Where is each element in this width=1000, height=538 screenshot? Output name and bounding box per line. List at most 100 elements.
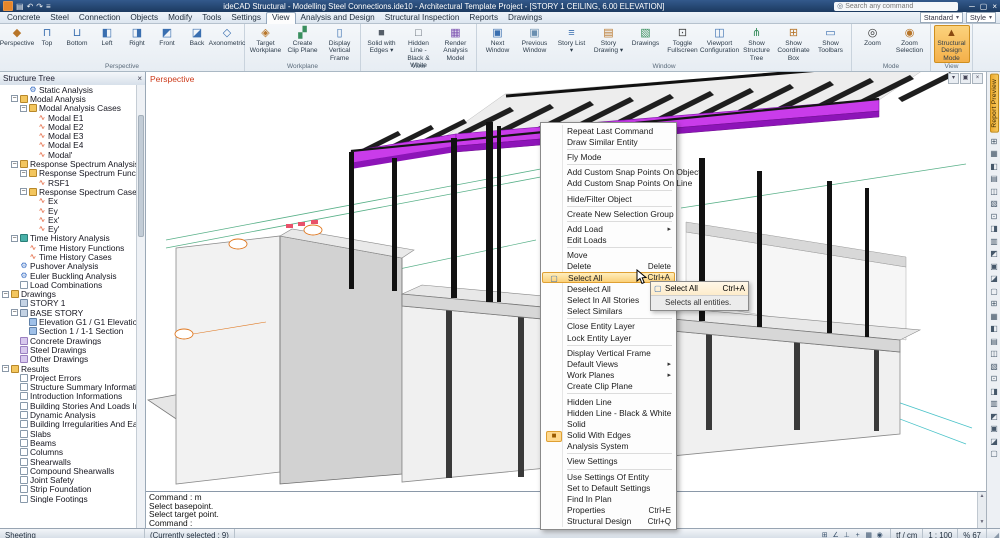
tree-item-structure-summary-information[interactable]: Structure Summary Information — [0, 383, 137, 392]
tree-item-shearwalls[interactable]: Shearwalls — [0, 457, 137, 466]
show-coordinate-box-button[interactable]: ⊞Show Coordinate Box — [776, 25, 812, 63]
menu-view[interactable]: View — [266, 12, 296, 24]
solid-with-edges-button[interactable]: ■Solid with Edges ▾ — [364, 25, 400, 56]
panel-tool-icon[interactable]: ▤ — [988, 173, 1000, 186]
next-window-button[interactable]: ▣Next Window — [480, 25, 516, 56]
drawings-button[interactable]: ▧Drawings — [628, 25, 664, 48]
tree-expander[interactable]: − — [11, 235, 18, 242]
context-item-hide-filter-object[interactable]: Hide/Filter Object — [542, 193, 675, 204]
status-toggle-icon[interactable]: ⊞ — [819, 531, 830, 538]
context-item-edit-loads[interactable]: Edit Loads — [542, 235, 675, 246]
tree-item-euler-buckling-analysis[interactable]: ⚙Euler Buckling Analysis — [0, 271, 137, 280]
tree-item-ey[interactable]: ∿Ey — [0, 206, 137, 215]
status-toggle-icon[interactable]: ▦ — [863, 531, 874, 538]
tree-item-slabs[interactable]: Slabs — [0, 429, 137, 438]
tree-item-modal-e4[interactable]: ∿Modal E4 — [0, 141, 137, 150]
tree-item-time-history-cases[interactable]: ∿Time History Cases — [0, 252, 137, 261]
tree-expander[interactable]: − — [2, 291, 9, 298]
context-item-set-to-default-settings[interactable]: Set to Default Settings — [542, 482, 675, 493]
show-toolbars-button[interactable]: ▭Show Toolbars — [813, 25, 849, 56]
back-button[interactable]: ◪Back — [183, 25, 212, 48]
menu-concrete[interactable]: Concrete — [2, 12, 45, 23]
perspective-button[interactable]: ◆Perspective — [3, 25, 32, 48]
tree-item-base-story[interactable]: −BASE STORY — [0, 308, 137, 317]
tree-expander[interactable]: − — [20, 170, 27, 177]
statusbar-zoom[interactable]: % 67 — [958, 529, 987, 538]
status-toggle-icon[interactable]: ⊥ — [841, 531, 852, 538]
context-item-view-settings[interactable]: View Settings — [542, 456, 675, 467]
tree-item-response-spectrum-functions[interactable]: −Response Spectrum Functions — [0, 169, 137, 178]
tree-item-steel-drawings[interactable]: Steel Drawings — [0, 345, 137, 354]
panel-tool-icon[interactable]: ⊡ — [988, 373, 1000, 386]
panel-tool-icon[interactable]: ⊡ — [988, 211, 1000, 224]
menu-analysis-and-design[interactable]: Analysis and Design — [296, 12, 380, 23]
menu-modify[interactable]: Modify — [163, 12, 197, 23]
status-toggle-icon[interactable]: ◉ — [874, 531, 885, 538]
panel-tool-icon[interactable]: ◫ — [988, 348, 1000, 361]
tree-item-ex[interactable]: ∿Ex — [0, 197, 137, 206]
tree-item-response-spectrum-analysis[interactable]: −Response Spectrum Analysis — [0, 159, 137, 168]
close-panel-icon[interactable]: × — [137, 74, 142, 83]
right-button[interactable]: ◨Right — [123, 25, 152, 48]
menu-reports[interactable]: Reports — [464, 12, 503, 23]
panel-tool-icon[interactable]: ◪ — [988, 273, 1000, 286]
tree-item-dynamic-analysis[interactable]: Dynamic Analysis — [0, 410, 137, 419]
panel-tool-icon[interactable]: ◨ — [988, 223, 1000, 236]
tree-item-columns[interactable]: Columns — [0, 448, 137, 457]
tree-item-static-analysis[interactable]: ⚙Static Analysis — [0, 85, 137, 94]
panel-tool-icon[interactable]: ◩ — [988, 411, 1000, 424]
redo-icon[interactable]: ↷ — [36, 2, 43, 11]
context-item-solid[interactable]: Solid — [542, 418, 675, 429]
context-item-repeat-last-command[interactable]: Repeat Last Command — [542, 125, 675, 136]
menu-steel[interactable]: Steel — [45, 12, 74, 23]
context-item-find-in-plan[interactable]: Find In Plan — [542, 493, 675, 504]
toggle-fullscreen-button[interactable]: ⊡Toggle Fullscreen — [665, 25, 701, 56]
menu-icon[interactable]: ≡ — [46, 2, 51, 11]
context-item-properties[interactable]: PropertiesCtrl+E — [542, 505, 675, 516]
panel-tool-icon[interactable]: ◪ — [988, 436, 1000, 449]
tree-item-modal[interactable]: ∿Modal' — [0, 150, 137, 159]
panel-tool-icon[interactable]: ◫ — [988, 186, 1000, 199]
report-preview-tab[interactable]: Report Preview — [990, 74, 999, 133]
zoom-button[interactable]: ◎Zoom — [855, 25, 891, 48]
context-item-create-clip-plane[interactable]: Create Clip Plane — [542, 381, 675, 392]
viewport-minimize-button[interactable]: ▾ — [948, 73, 959, 84]
menu-drawings[interactable]: Drawings — [503, 12, 547, 23]
panel-tool-icon[interactable]: ▢ — [988, 448, 1000, 461]
context-item-default-views[interactable]: Default Views▸ — [542, 358, 675, 369]
display-vertical-frame-button[interactable]: ▯Display Vertical Frame — [322, 25, 358, 63]
tree-item-modal-e1[interactable]: ∿Modal E1 — [0, 113, 137, 122]
undo-icon[interactable]: ↶ — [27, 2, 34, 11]
left-button[interactable]: ◧Left — [93, 25, 122, 48]
tree-item-joint-safety[interactable]: Joint Safety — [0, 475, 137, 484]
tree-item-section-1-1-1-section[interactable]: Section 1 / 1-1 Section — [0, 327, 137, 336]
panel-tool-icon[interactable]: ▧ — [988, 361, 1000, 374]
render-analysis-model-button[interactable]: ▦Render Analysis Model — [438, 25, 474, 63]
create-clip-plane-button[interactable]: ▞Create Clip Plane — [285, 25, 321, 56]
tree-item-rsf1[interactable]: ∿RSF1 — [0, 178, 137, 187]
tree-item-introduction-informations[interactable]: Introduction Informations — [0, 392, 137, 401]
tree-item-other-drawings[interactable]: Other Drawings — [0, 355, 137, 364]
tree-expander[interactable]: − — [11, 309, 18, 316]
tree-item-modal-e3[interactable]: ∿Modal E3 — [0, 131, 137, 140]
tree-item-building-irregularities-and-earth[interactable]: Building Irregularities And Earth — [0, 420, 137, 429]
panel-tool-icon[interactable]: ▢ — [988, 286, 1000, 299]
tree-item-time-history-analysis[interactable]: −Time History Analysis — [0, 234, 137, 243]
show-structure-tree-button[interactable]: ⋔Show Structure Tree — [739, 25, 775, 63]
tree-item-pushover-analysis[interactable]: ⚙Pushover Analysis — [0, 262, 137, 271]
context-item-lock-entity-layer[interactable]: Lock Entity Layer — [542, 332, 675, 343]
panel-tool-icon[interactable]: ▥ — [988, 398, 1000, 411]
tree-item-modal-analysis-cases[interactable]: −Modal Analysis Cases — [0, 104, 137, 113]
tree-item-project-errors[interactable]: Project Errors — [0, 373, 137, 382]
top-button[interactable]: ⊓Top — [33, 25, 62, 48]
tree-item-single-footings[interactable]: Single Footings — [0, 494, 137, 503]
tree-item-elevation-g1-g1-elevation[interactable]: Elevation G1 / G1 Elevation — [0, 317, 137, 326]
context-item-draw-similar-entity[interactable]: Draw Similar Entity — [542, 136, 675, 147]
panel-tool-icon[interactable]: ◧ — [988, 323, 1000, 336]
story-drawing-button[interactable]: ▤Story Drawing ▾ — [591, 25, 627, 56]
minimize-button[interactable]: ─ — [969, 2, 975, 11]
status-toggle-icon[interactable]: ∠ — [830, 531, 841, 538]
panel-tool-icon[interactable]: ▥ — [988, 236, 1000, 249]
tree-item-time-history-functions[interactable]: ∿Time History Functions — [0, 243, 137, 252]
menu-structural-inspection[interactable]: Structural Inspection — [380, 12, 465, 23]
